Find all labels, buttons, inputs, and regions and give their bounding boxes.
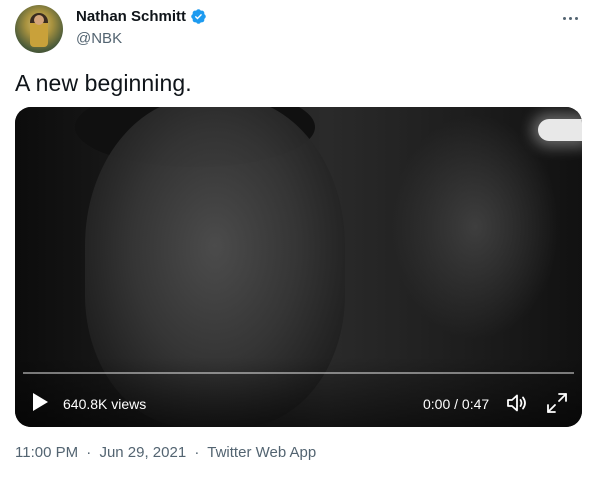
video-progress-bar[interactable]: [23, 372, 574, 374]
more-dot: [574, 16, 578, 20]
volume-icon[interactable]: [505, 391, 529, 415]
meta-separator: ·: [86, 444, 92, 461]
video-controls-overlay: [15, 357, 582, 427]
video-time-display: 0:00 / 0:47: [423, 396, 490, 412]
video-view-count: 640.8K views: [63, 396, 147, 412]
avatar[interactable]: [15, 5, 63, 53]
avatar-figure: [30, 13, 48, 47]
verified-badge-icon: [191, 9, 206, 24]
tweet-card: Nathan Schmitt @NBK A new beginning. 640…: [0, 0, 600, 481]
tweet-text: A new beginning.: [15, 70, 192, 96]
tweet-date[interactable]: Jun 29, 2021: [99, 444, 186, 461]
fullscreen-icon[interactable]: [545, 391, 569, 415]
author-display-name[interactable]: Nathan Schmitt: [76, 8, 186, 25]
video-frame-light: [538, 119, 582, 141]
video-player[interactable]: 640.8K views 0:00 / 0:47: [15, 107, 582, 427]
meta-separator: ·: [194, 444, 200, 461]
author-name-row: Nathan Schmitt: [76, 8, 207, 25]
author-handle[interactable]: @NBK: [76, 30, 122, 47]
play-icon[interactable]: [31, 392, 49, 412]
more-dot: [568, 16, 572, 20]
more-dot: [562, 16, 566, 20]
tweet-source[interactable]: Twitter Web App: [207, 444, 316, 461]
more-options-button[interactable]: [558, 8, 582, 28]
tweet-meta: 11:00 PM · Jun 29, 2021 · Twitter Web Ap…: [15, 444, 316, 461]
tweet-time[interactable]: 11:00 PM: [15, 444, 78, 461]
